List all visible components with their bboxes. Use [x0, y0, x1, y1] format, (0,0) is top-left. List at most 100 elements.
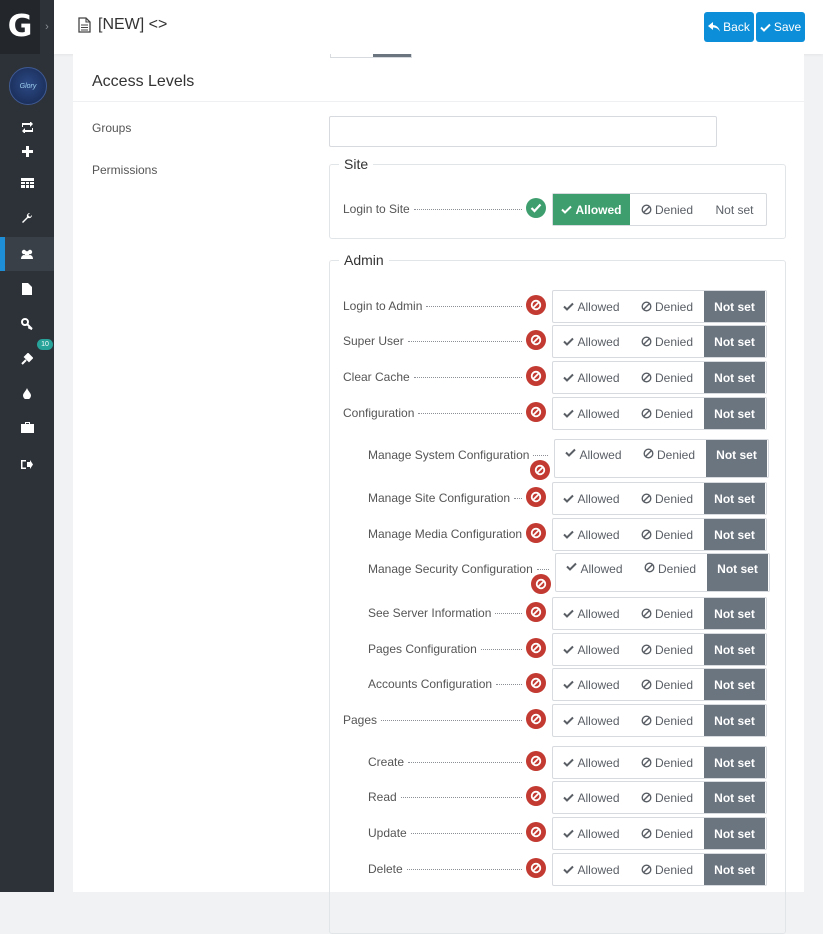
option-not-set-button[interactable]: Not set	[704, 854, 765, 885]
permission-row-login-to-admin: Login to Admin Allowed Denied Not set	[330, 290, 785, 324]
avatar[interactable]: Glory	[9, 67, 47, 105]
dotted-leader	[418, 413, 522, 414]
denied-status-icon	[526, 638, 546, 658]
avatar-text: Glory	[19, 82, 37, 90]
option-not-set-button[interactable]: Not set	[704, 483, 765, 514]
option-allowed-button[interactable]: Allowed	[555, 440, 632, 477]
denied-status-icon	[526, 709, 546, 729]
dotted-leader	[537, 569, 549, 570]
option-denied-button[interactable]: Denied	[630, 854, 704, 885]
option-label: Allowed	[580, 562, 623, 576]
option-label: Denied	[657, 562, 697, 576]
ban-icon	[641, 828, 652, 839]
option-not-set-button[interactable]: Not set	[704, 362, 765, 393]
permission-row-read: Read Allowed Denied Not set	[330, 781, 785, 815]
dotted-leader	[514, 498, 522, 499]
option-denied-button[interactable]: Denied	[630, 194, 704, 225]
option-allowed-button[interactable]: Allowed	[553, 705, 630, 736]
permission-toggle: Allowed Denied Not set	[552, 361, 767, 394]
option-allowed-button[interactable]: Allowed	[553, 598, 630, 629]
option-allowed-button[interactable]: Allowed	[553, 194, 630, 225]
option-allowed-button[interactable]: Allowed	[553, 669, 630, 700]
sidebar-item-keys[interactable]	[0, 307, 54, 341]
option-label: Denied	[654, 406, 694, 421]
option-label: Denied	[654, 826, 694, 841]
permission-row-clear-cache: Clear Cache Allowed Denied Not set	[330, 361, 785, 395]
admin-legend: Admin	[344, 252, 384, 268]
option-allowed-button[interactable]: Allowed	[553, 747, 630, 778]
sidebar: G › Glory 10	[0, 0, 54, 892]
sidebar-item-tools[interactable]	[0, 201, 54, 235]
sidebar-item-add[interactable]	[0, 134, 54, 168]
option-allowed-button[interactable]: Allowed	[553, 818, 630, 849]
dotted-leader	[495, 613, 522, 614]
option-allowed-button[interactable]: Allowed	[553, 326, 630, 357]
sidebar-item-tools-box[interactable]	[0, 410, 54, 444]
option-denied-button[interactable]: Denied	[630, 818, 704, 849]
sidebar-item-pages[interactable]	[0, 272, 54, 306]
option-denied-button[interactable]: Denied	[630, 598, 704, 629]
option-denied-button[interactable]: Denied	[632, 440, 706, 477]
option-denied-button[interactable]: Denied	[630, 326, 704, 357]
plug-icon	[21, 353, 33, 365]
option-not-set-button[interactable]: Not set	[704, 398, 765, 429]
permission-row-manage-system-configuration: Manage System Configuration Allowed Denied…	[330, 439, 785, 480]
option-denied-button[interactable]: Denied	[630, 291, 704, 322]
app-logo[interactable]: G	[0, 0, 40, 54]
option-not-set-button[interactable]: Not set	[704, 326, 765, 357]
denied-status-icon	[526, 858, 546, 878]
option-allowed-button[interactable]: Allowed	[553, 483, 630, 514]
option-denied-button[interactable]: Denied	[630, 705, 704, 736]
option-not-set-button[interactable]: Not set	[704, 782, 765, 813]
denied-status-icon	[526, 330, 546, 350]
save-button[interactable]: Save	[756, 12, 805, 42]
option-denied-button[interactable]: Denied	[633, 554, 707, 591]
permission-toggle: Allowed Denied Not set	[552, 853, 767, 886]
permissions-label: Permissions	[92, 163, 158, 177]
permission-row-update: Update Allowed Denied Not set	[330, 817, 785, 851]
option-denied-button[interactable]: Denied	[630, 634, 704, 665]
option-allowed-button[interactable]: Allowed	[553, 854, 630, 885]
option-not-set-button[interactable]: Not set	[704, 634, 765, 665]
sidebar-toggle[interactable]: ›	[40, 0, 54, 54]
option-not-set-button[interactable]: Not set	[704, 291, 765, 322]
option-allowed-button[interactable]: Allowed	[556, 554, 633, 591]
option-denied-button[interactable]: Denied	[630, 398, 704, 429]
permission-label: Manage System Configuration	[368, 448, 530, 462]
option-allowed-button[interactable]: Allowed	[553, 398, 630, 429]
option-denied-button[interactable]: Denied	[630, 519, 704, 550]
option-not-set-button[interactable]: Not set	[704, 598, 765, 629]
back-button[interactable]: Back	[704, 12, 754, 42]
option-not-set-button[interactable]: Not set	[707, 554, 768, 591]
option-allowed-button[interactable]: Allowed	[553, 519, 630, 550]
option-label: Not set	[714, 527, 755, 542]
option-allowed-button[interactable]: Allowed	[553, 362, 630, 393]
sidebar-item-table[interactable]	[0, 166, 54, 200]
option-allowed-button[interactable]: Allowed	[553, 782, 630, 813]
sidebar-item-users[interactable]	[0, 237, 54, 271]
option-denied-button[interactable]: Denied	[630, 782, 704, 813]
option-not-set-button[interactable]: Not set	[704, 705, 765, 736]
option-denied-button[interactable]: Denied	[630, 362, 704, 393]
option-not-set-button[interactable]: Not set	[704, 194, 765, 225]
option-not-set-button[interactable]: Not set	[704, 669, 765, 700]
option-label: Not set	[714, 334, 755, 349]
option-allowed-button[interactable]: Allowed	[553, 634, 630, 665]
option-label: Allowed	[577, 606, 620, 621]
option-denied-button[interactable]: Denied	[630, 483, 704, 514]
groups-input[interactable]	[329, 116, 717, 147]
option-not-set-button[interactable]: Not set	[704, 519, 765, 550]
hidden-toggle-control[interactable]	[330, 54, 412, 58]
sidebar-item-themes[interactable]	[0, 376, 54, 410]
dotted-leader	[481, 649, 522, 650]
denied-status-icon	[526, 295, 546, 315]
option-denied-button[interactable]: Denied	[630, 669, 704, 700]
permission-toggle: Allowed Denied Not set	[552, 597, 767, 630]
option-not-set-button[interactable]: Not set	[704, 818, 765, 849]
option-allowed-button[interactable]: Allowed	[553, 291, 630, 322]
sidebar-item-logout[interactable]	[0, 447, 54, 481]
option-not-set-button[interactable]: Not set	[704, 747, 765, 778]
option-not-set-button[interactable]: Not set	[706, 440, 767, 477]
option-denied-button[interactable]: Denied	[630, 747, 704, 778]
sidebar-item-plugins[interactable]: 10	[0, 339, 54, 376]
